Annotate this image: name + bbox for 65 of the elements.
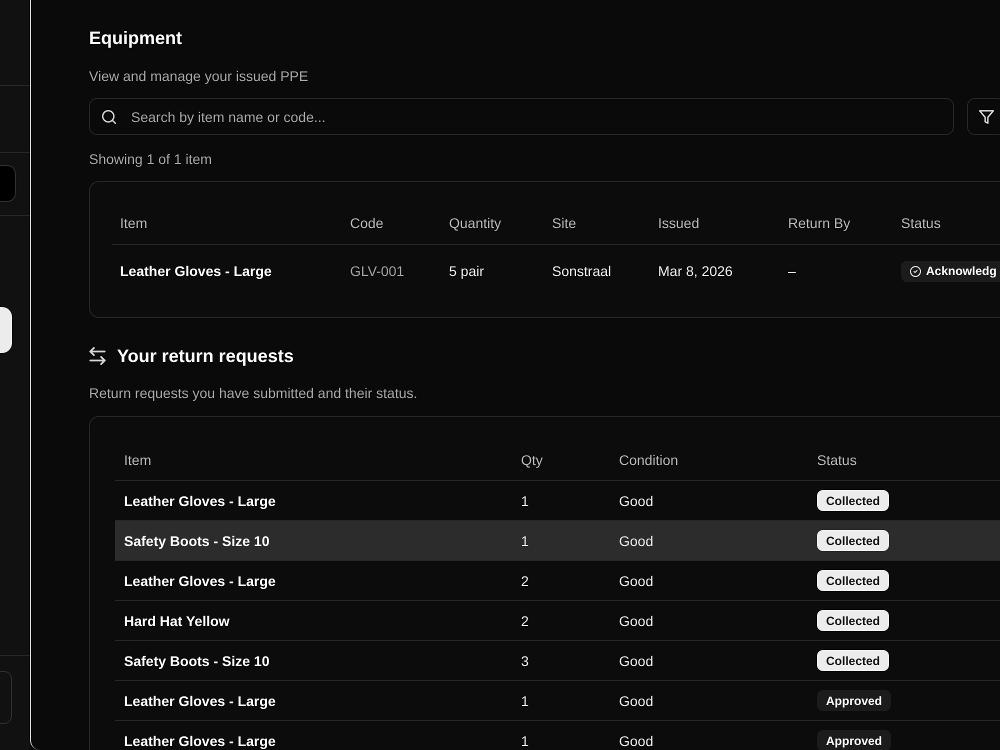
table-cell: Good	[619, 572, 654, 588]
table-cell: –	[788, 263, 796, 279]
table-cell: Good	[619, 692, 654, 708]
section-title: Your return requests	[117, 345, 294, 368]
table-cell: Safety Boots - Size 10	[124, 532, 270, 548]
table-cell: Leather Gloves - Large	[124, 492, 276, 508]
table-cell: 1	[521, 492, 529, 508]
table-row[interactable]: Leather Gloves - Large 1 Good Approved	[115, 721, 1000, 750]
table-cell: Good	[619, 732, 654, 748]
table-cell: Good	[619, 492, 654, 508]
search-field[interactable]: Search by item name or code...	[89, 98, 954, 135]
column-header: Quantity	[448, 215, 502, 231]
table-cell: Leather Gloves - Large	[124, 732, 276, 748]
column-header: Status	[900, 215, 941, 231]
column-header: Status	[816, 452, 857, 468]
result-count: Showing 1 of 1 item	[89, 150, 212, 169]
page-subtitle: View and manage your issued PPE	[89, 67, 308, 86]
table-cell: 1	[521, 692, 529, 708]
table-cell: 2	[521, 572, 529, 588]
table-row[interactable]: Safety Boots - Size 10 3 Good Collected	[115, 641, 1000, 681]
status-text: Acknowledg	[926, 264, 997, 278]
table-cell: 1	[521, 532, 529, 548]
table-cell: Sonstraal	[552, 263, 612, 279]
column-header: Return By	[787, 215, 850, 231]
status-text: Collected	[826, 574, 880, 588]
table-row[interactable]: Leather Gloves - Large 2 Good Collected	[115, 561, 1000, 601]
status-text: Collected	[826, 494, 880, 508]
sidebar-field[interactable]	[0, 165, 16, 202]
check-circle-icon	[910, 266, 921, 276]
column-header: Item	[119, 215, 148, 231]
column-header: Code	[349, 215, 384, 231]
filter-icon	[978, 110, 994, 124]
filter-button[interactable]	[967, 98, 1000, 135]
swap-arrows-icon	[89, 347, 106, 365]
table-cell: Leather Gloves - Large	[120, 263, 272, 279]
status-text: Approved	[826, 734, 882, 748]
table-cell: Hard Hat Yellow	[124, 612, 230, 628]
status-text: Approved	[826, 694, 882, 708]
status-text: Collected	[826, 614, 880, 628]
table-row[interactable]: Leather Gloves - Large 1 Good Approved	[115, 681, 1000, 721]
table-row[interactable]: Hard Hat Yellow 2 Good Collected	[115, 601, 1000, 641]
table-cell: Good	[619, 532, 654, 548]
column-header: Qty	[520, 452, 543, 468]
table-cell: Leather Gloves - Large	[124, 572, 276, 588]
table-cell: 2	[521, 612, 529, 628]
table-cell: Leather Gloves - Large	[124, 692, 276, 708]
status-text: Collected	[826, 654, 880, 668]
column-header: Item	[123, 452, 152, 468]
column-header: Site	[551, 215, 576, 231]
column-header: Issued	[657, 215, 700, 231]
table-cell: 5 pair	[449, 263, 484, 279]
table-cell: GLV-001	[350, 263, 404, 279]
table-cell: Safety Boots - Size 10	[124, 652, 270, 668]
column-header: Condition	[618, 452, 678, 468]
status-text: Collected	[826, 534, 880, 548]
table-cell: 1	[521, 732, 529, 748]
nav-item[interactable]	[0, 307, 12, 353]
table-cell: 3	[521, 652, 529, 668]
section-subtitle: Return requests you have submitted and their status.	[89, 384, 418, 403]
search-icon	[102, 110, 116, 124]
table-cell: Good	[619, 652, 654, 668]
table-row[interactable]: Safety Boots - Size 10 1 Good Collected	[115, 521, 1000, 561]
table-cell: Good	[619, 612, 654, 628]
page-title: Equipment	[89, 27, 182, 50]
table-cell: Mar 8, 2026	[658, 263, 733, 279]
